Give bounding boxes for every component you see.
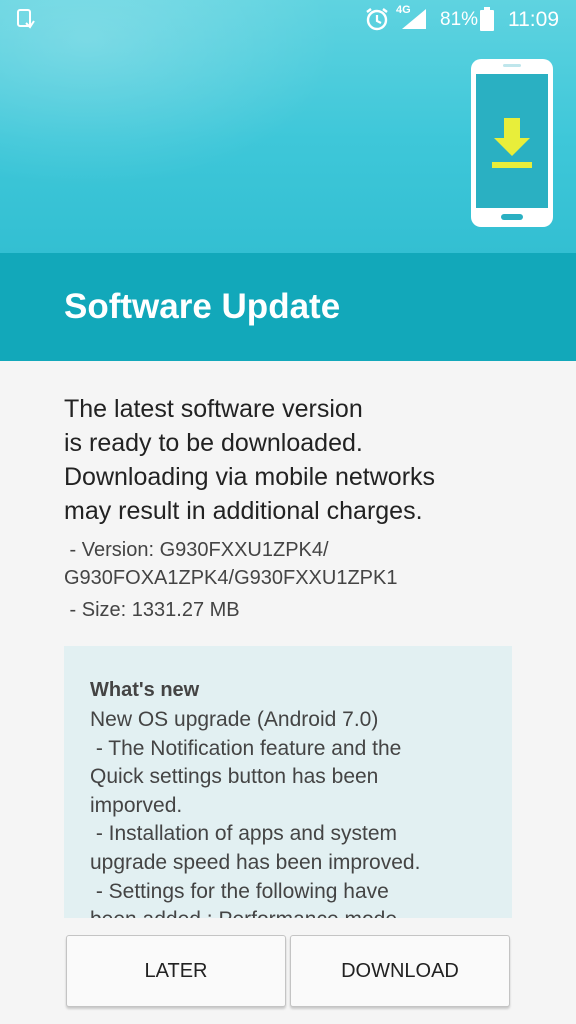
whats-new-heading: What's new xyxy=(90,679,200,701)
update-details: The latest software version is ready to … xyxy=(64,392,524,624)
clock: 11:09 xyxy=(508,8,559,31)
whats-new-line: - Settings for the following have xyxy=(90,879,389,903)
message-line: may result in additional charges. xyxy=(64,497,423,525)
whats-new-panel[interactable]: What's new New OS upgrade (Android 7.0) … xyxy=(64,646,512,918)
page-title: Software Update xyxy=(64,287,341,326)
whats-new-line: Quick settings button has been xyxy=(90,765,379,789)
battery-icon xyxy=(480,7,494,31)
title-band: Software Update xyxy=(0,253,576,361)
version-line: G930FOXA1ZPK4/G930FXXU1ZPK1 xyxy=(64,567,398,589)
signal-icon xyxy=(402,9,426,29)
status-bar: 4G 81% 11:09 xyxy=(0,0,576,40)
later-button[interactable]: LATER xyxy=(66,935,286,1007)
action-bar: LATER DOWNLOAD xyxy=(0,935,576,1007)
hero-banner: 4G 81% 11:09 xyxy=(0,0,576,253)
alarm-icon xyxy=(366,8,388,31)
notification-icon xyxy=(17,9,35,29)
whats-new-line: - The Notification feature and the xyxy=(90,736,402,760)
phone-download-icon xyxy=(471,59,553,227)
version-line: - Version: G930FXXU1ZPK4/ xyxy=(64,539,329,561)
whats-new-line: been added : Performance mode xyxy=(90,906,486,918)
message-line: is ready to be downloaded. xyxy=(64,429,363,457)
whats-new-line: New OS upgrade (Android 7.0) xyxy=(90,708,379,731)
size-info: - Size: 1331.27 MB xyxy=(64,599,240,621)
version-info: - Version: G930FXXU1ZPK4/ G930FOXA1ZPK4/… xyxy=(64,536,524,592)
message-line: The latest software version xyxy=(64,395,363,423)
message-line: Downloading via mobile networks xyxy=(64,463,436,491)
battery-percent: 81% xyxy=(440,9,479,30)
update-message: The latest software version is ready to … xyxy=(64,392,524,528)
whats-new-line: imporved. xyxy=(90,793,183,817)
download-button[interactable]: DOWNLOAD xyxy=(290,935,510,1007)
whats-new-line: upgrade speed has been improved. xyxy=(90,850,421,874)
whats-new-line: - Installation of apps and system xyxy=(90,822,397,846)
